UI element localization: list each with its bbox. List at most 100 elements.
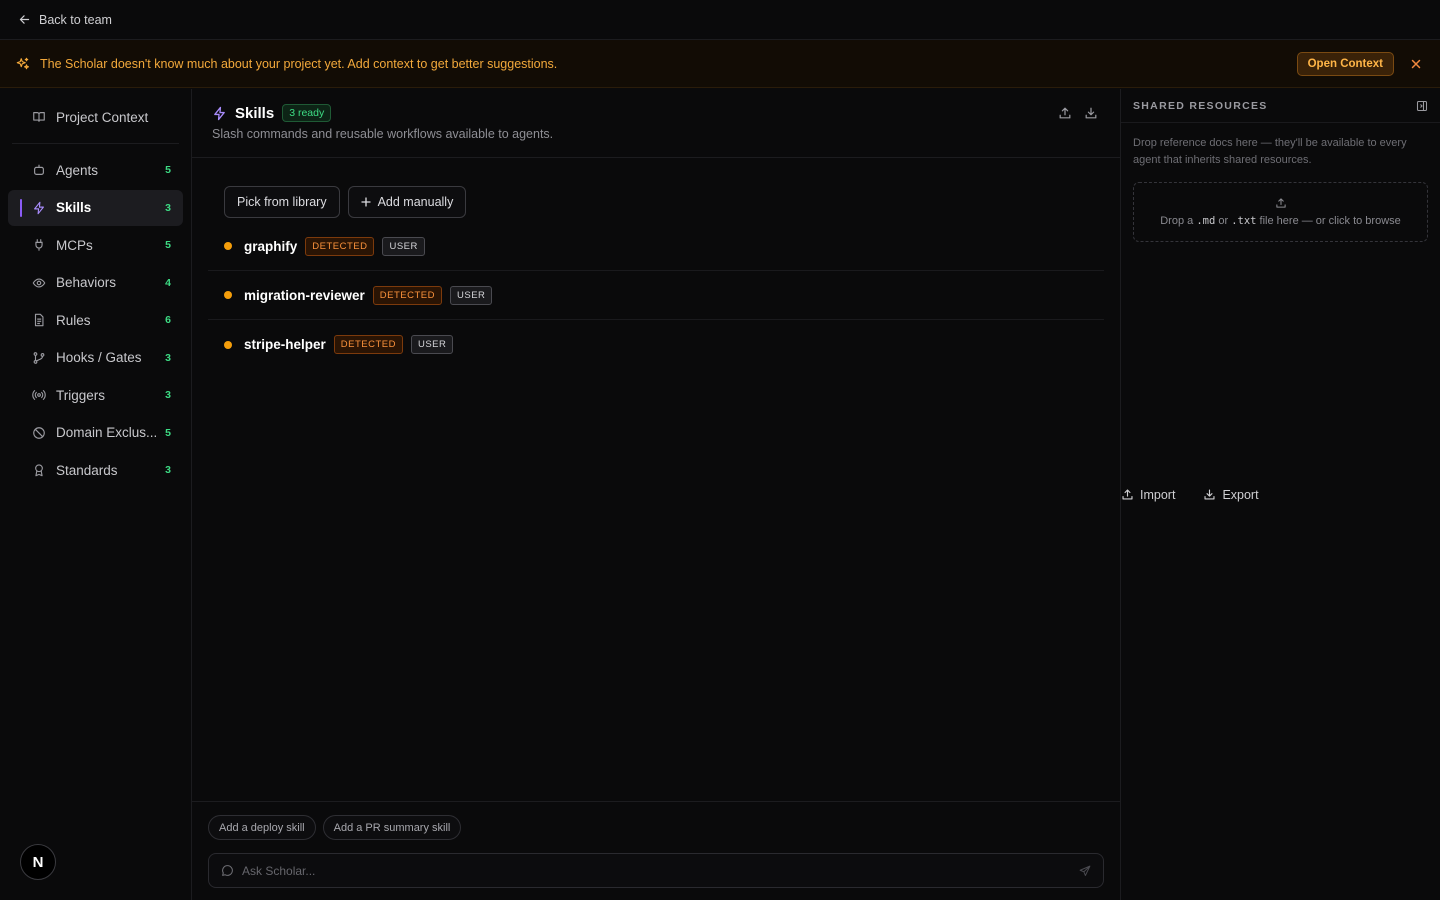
list-item[interactable]: graphify DETECTED USER [208, 222, 1104, 271]
shared-resources-panel: SHARED RESOURCES Drop reference docs her… [1120, 89, 1440, 900]
sidebar-item-domain-exclusions[interactable]: Domain Exclus... 5 [8, 415, 183, 451]
sidebar-item-hooks-gates[interactable]: Hooks / Gates 3 [8, 340, 183, 376]
section-header: Skills 3 ready Slash commands and reusab… [192, 89, 1120, 158]
count-badge: 3 [165, 351, 171, 364]
count-badge: 5 [165, 164, 171, 176]
avatar[interactable]: N [20, 844, 56, 880]
count-badge: 5 [165, 426, 171, 439]
scope-badge: USER [382, 236, 425, 256]
list-item[interactable]: stripe-helper DETECTED USER [208, 320, 1104, 369]
sidebar-item-label: Standards [56, 462, 118, 478]
top-bar: Back to team Import Export [0, 0, 1440, 900]
sidebar-item-label: Hooks / Gates [56, 350, 142, 365]
drop-hint: Drop a .md or .txt file here — or click … [1160, 215, 1401, 227]
skill-name: stripe-helper [244, 337, 326, 352]
count-badge: 3 [165, 389, 171, 401]
upload-icon [1275, 197, 1287, 209]
list-item[interactable]: migration-reviewer DETECTED USER [208, 271, 1104, 320]
status-badge: DETECTED [372, 285, 442, 305]
plug-icon [32, 238, 46, 252]
suggestion-chip[interactable]: Add a deploy skill [208, 815, 316, 840]
ask-scholar-field [208, 853, 1104, 888]
sidebar-item-project-context[interactable]: Project Context [8, 99, 183, 135]
ban-icon [32, 426, 46, 440]
page-subtitle: Slash commands and reusable workflows av… [212, 127, 554, 141]
sidebar-item-skills[interactable]: Skills 3 [8, 189, 183, 226]
sidebar: Project Context Agents 5 Skills 3 MCPs 5… [0, 89, 192, 900]
sidebar-item-agents[interactable]: Agents 5 [8, 152, 183, 188]
send-icon[interactable] [1079, 865, 1091, 877]
upload-icon[interactable] [1058, 106, 1072, 120]
sidebar-divider [12, 143, 179, 144]
count-badge: 3 [165, 464, 171, 476]
message-circle-icon [221, 864, 234, 877]
sidebar-item-mcps[interactable]: MCPs 5 [8, 227, 183, 263]
zap-icon [212, 106, 227, 121]
panel-title: SHARED RESOURCES [1133, 99, 1268, 112]
sidebar-item-behaviors[interactable]: Behaviors 4 [8, 265, 183, 301]
txt-extension: .txt [1231, 215, 1257, 227]
panel-collapse-icon[interactable] [1416, 100, 1428, 112]
back-label: Back to team [39, 12, 112, 27]
file-text-icon [32, 313, 46, 327]
panel-header: SHARED RESOURCES [1121, 89, 1440, 123]
drop-hint-or: or [1218, 215, 1229, 227]
sidebar-item-standards[interactable]: Standards 3 [8, 452, 183, 488]
sidebar-item-label: Agents [56, 162, 99, 178]
sidebar-item-label: Rules [56, 312, 91, 328]
main-panel: Skills 3 ready Slash commands and reusab… [192, 89, 1120, 900]
panel-description: Drop reference docs here — they'll be av… [1133, 137, 1407, 166]
skills-list: graphify DETECTED USER migration-reviewe… [208, 222, 1104, 369]
suggestion-chip[interactable]: Add a PR summary skill [322, 815, 462, 840]
sparkles-icon [16, 57, 30, 71]
scope-badge: USER [410, 335, 454, 354]
eye-icon [32, 276, 46, 290]
count-badge: 3 [165, 201, 171, 214]
bot-icon [32, 163, 46, 177]
sidebar-item-label: Project Context [56, 109, 149, 125]
count-badge: 5 [165, 239, 171, 251]
radio-icon [32, 388, 46, 402]
add-manually-button[interactable]: Add manually [347, 186, 467, 218]
sidebar-item-label: Domain Exclus... [56, 425, 158, 440]
status-badge: DETECTED [305, 236, 375, 256]
ask-scholar-input[interactable] [242, 863, 1079, 878]
back-to-team-link[interactable]: Back to team [18, 13, 112, 27]
drop-hint-suffix: file here — or click to browse [1259, 215, 1401, 227]
ready-badge: 3 ready [282, 104, 332, 122]
skill-name: migration-reviewer [244, 287, 365, 303]
status-dot [224, 242, 232, 250]
pick-label: Pick from library [237, 195, 327, 209]
book-open-icon [32, 110, 46, 124]
sidebar-item-rules[interactable]: Rules 6 [8, 302, 183, 338]
sidebar-item-label: Behaviors [56, 275, 117, 290]
scope-badge: USER [450, 285, 493, 305]
plus-icon [360, 197, 371, 207]
status-dot [224, 291, 232, 299]
sidebar-item-label: Skills [56, 200, 92, 215]
sidebar-item-triggers[interactable]: Triggers 3 [8, 377, 183, 413]
assistant-bar: Add a deploy skill Add a PR summary skil… [192, 801, 1120, 900]
git-branch-icon [32, 351, 46, 365]
file-drop-zone[interactable]: Drop a .md or .txt file here — or click … [1133, 182, 1428, 242]
active-indicator [20, 198, 22, 217]
close-icon[interactable] [1408, 56, 1424, 72]
status-dot [224, 340, 232, 349]
skill-name: graphify [244, 238, 298, 254]
md-extension: .md [1196, 215, 1216, 227]
pick-from-library-button[interactable]: Pick from library [224, 186, 340, 218]
context-warning-banner: The Scholar doesn't know much about your… [0, 40, 1440, 88]
count-badge: 4 [165, 276, 171, 289]
add-label: Add manually [377, 195, 454, 209]
page-title: Skills [235, 104, 275, 122]
drop-hint-prefix: Drop a [1160, 215, 1194, 227]
open-context-button[interactable]: Open Context [1296, 51, 1394, 76]
count-badge: 6 [165, 314, 171, 326]
sidebar-item-label: Triggers [56, 387, 106, 403]
download-icon[interactable] [1084, 106, 1098, 120]
status-badge: DETECTED [333, 335, 403, 354]
banner-message: The Scholar doesn't know much about your… [40, 56, 558, 71]
sidebar-item-label: MCPs [56, 237, 93, 253]
zap-icon [32, 201, 46, 215]
arrow-left-icon [18, 13, 31, 26]
